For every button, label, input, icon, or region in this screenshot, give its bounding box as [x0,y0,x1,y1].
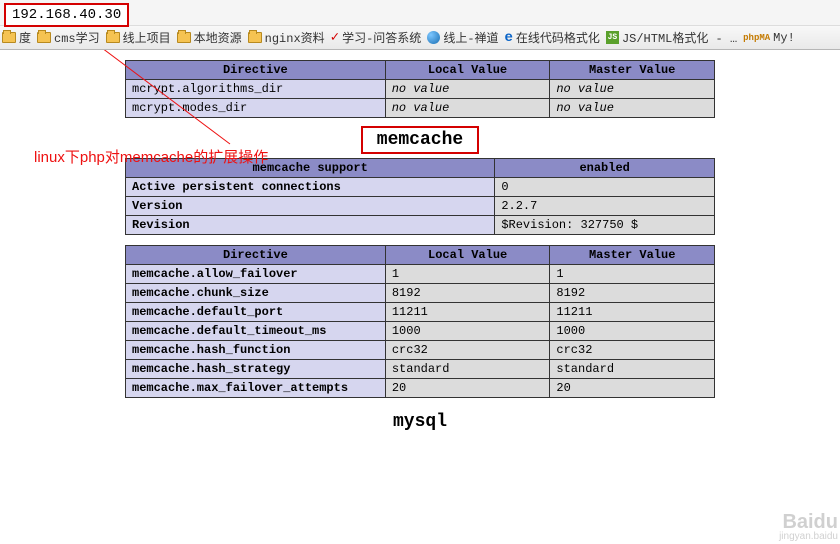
bookmark-item[interactable]: 线上项目 [106,29,171,46]
master-value-cell: 1 [550,265,715,284]
col-directive: Directive [126,246,386,265]
bookmark-item[interactable]: cms学习 [37,29,100,46]
table-row: memcache.chunk_size81928192 [126,284,715,303]
table-row: memcache.max_failover_attempts2020 [126,379,715,398]
directive-cell: memcache.default_port [126,303,386,322]
bookmark-label: 线上-禅道 [443,29,498,46]
value-cell: 0 [495,178,715,197]
section-memcache-label: memcache [361,126,479,154]
local-value-cell: 20 [385,379,550,398]
bookmark-label: 在线代码格式化 [516,29,600,46]
col-local-value: Local Value [385,61,550,80]
bookmark-item[interactable]: 本地资源 [177,29,242,46]
key-cell: Active persistent connections [126,178,495,197]
col-enabled: enabled [495,159,715,178]
mcrypt-table: Directive Local Value Master Value mcryp… [125,60,715,118]
master-value-cell: no value [550,99,715,118]
bookmark-item[interactable]: JSJS/HTML格式化 - … [606,29,737,46]
phpmyadmin-icon: phpMA [743,33,770,43]
table-row: memcache.hash_functioncrc32crc32 [126,341,715,360]
col-local-value: Local Value [385,246,550,265]
value-cell: 2.2.7 [495,197,715,216]
bookmark-item[interactable]: nginx资料 [248,29,325,46]
check-icon: ✓ [331,29,339,46]
table-row: Version2.2.7 [126,197,715,216]
master-value-cell: 8192 [550,284,715,303]
folder-icon [177,32,191,43]
key-cell: Version [126,197,495,216]
bookmark-label: JS/HTML格式化 - … [622,29,737,46]
folder-icon [37,32,51,43]
bookmark-label: 学习-问答系统 [342,29,421,46]
folder-icon [106,32,120,43]
local-value-cell: crc32 [385,341,550,360]
master-value-cell: 11211 [550,303,715,322]
local-value-cell: no value [385,99,550,118]
bookmark-label: 本地资源 [194,29,242,46]
directive-cell: memcache.default_timeout_ms [126,322,386,341]
js-icon: JS [606,31,619,44]
master-value-cell: 1000 [550,322,715,341]
bookmark-item[interactable]: phpMAMy! [743,31,795,45]
table-row: memcache.default_port1121111211 [126,303,715,322]
bookmark-label: 线上项目 [123,29,171,46]
browser-icon: e [505,30,513,46]
table-row: mcrypt.modes_dirno valueno value [126,99,715,118]
directive-cell: memcache.max_failover_attempts [126,379,386,398]
value-cell: $Revision: 327750 $ [495,216,715,235]
bookmark-label: 度 [19,29,31,46]
annotation-text: linux下php对memcache的扩展操作 [34,146,268,167]
local-value-cell: no value [385,80,550,99]
local-value-cell: 8192 [385,284,550,303]
local-value-cell: standard [385,360,550,379]
bookmarks-bar: 度 cms学习 线上项目 本地资源 nginx资料 ✓学习-问答系统 线上-禅道 e在线代码格… [0,26,840,50]
table-row: memcache.hash_strategystandardstandard [126,360,715,379]
table-row: memcache.allow_failover11 [126,265,715,284]
directive-cell: memcache.hash_strategy [126,360,386,379]
directive-cell: memcache.hash_function [126,341,386,360]
section-mysql-label: mysql [393,412,447,432]
master-value-cell: no value [550,80,715,99]
directive-cell: memcache.allow_failover [126,265,386,284]
address-input[interactable]: 192.168.40.30 [4,3,129,27]
table-row: Active persistent connections0 [126,178,715,197]
directive-cell: mcrypt.modes_dir [126,99,386,118]
bookmark-item[interactable]: e在线代码格式化 [505,29,600,46]
bookmark-item[interactable]: ✓学习-问答系统 [331,29,422,46]
local-value-cell: 11211 [385,303,550,322]
bookmark-item[interactable]: 度 [2,29,31,46]
directive-cell: memcache.chunk_size [126,284,386,303]
bookmark-label: My! [773,31,795,45]
directive-cell: mcrypt.algorithms_dir [126,80,386,99]
globe-icon [427,31,440,44]
address-bar: 192.168.40.30 [0,0,840,26]
master-value-cell: 20 [550,379,715,398]
local-value-cell: 1000 [385,322,550,341]
folder-icon [2,32,16,43]
watermark-small: jingyan.baidu [779,532,838,542]
master-value-cell: crc32 [550,341,715,360]
watermark-big: Baidu [782,511,838,533]
folder-icon [248,32,262,43]
table-row: mcrypt.algorithms_dirno valueno value [126,80,715,99]
memcache-support-table: memcache support enabled Active persiste… [125,158,715,235]
page-content: linux下php对memcache的扩展操作 Directive Local … [0,50,840,432]
col-directive: Directive [126,61,386,80]
key-cell: Revision [126,216,495,235]
section-mysql-title: mysql [0,412,840,432]
memcache-directives-table: Directive Local Value Master Value memca… [125,245,715,398]
col-master-value: Master Value [550,61,715,80]
table-row: memcache.default_timeout_ms10001000 [126,322,715,341]
table-row: Revision$Revision: 327750 $ [126,216,715,235]
master-value-cell: standard [550,360,715,379]
local-value-cell: 1 [385,265,550,284]
watermark: Baidu jingyan.baidu [779,512,838,542]
col-master-value: Master Value [550,246,715,265]
bookmark-label: cms学习 [54,29,100,46]
bookmark-label: nginx资料 [265,29,325,46]
bookmark-item[interactable]: 线上-禅道 [427,29,498,46]
